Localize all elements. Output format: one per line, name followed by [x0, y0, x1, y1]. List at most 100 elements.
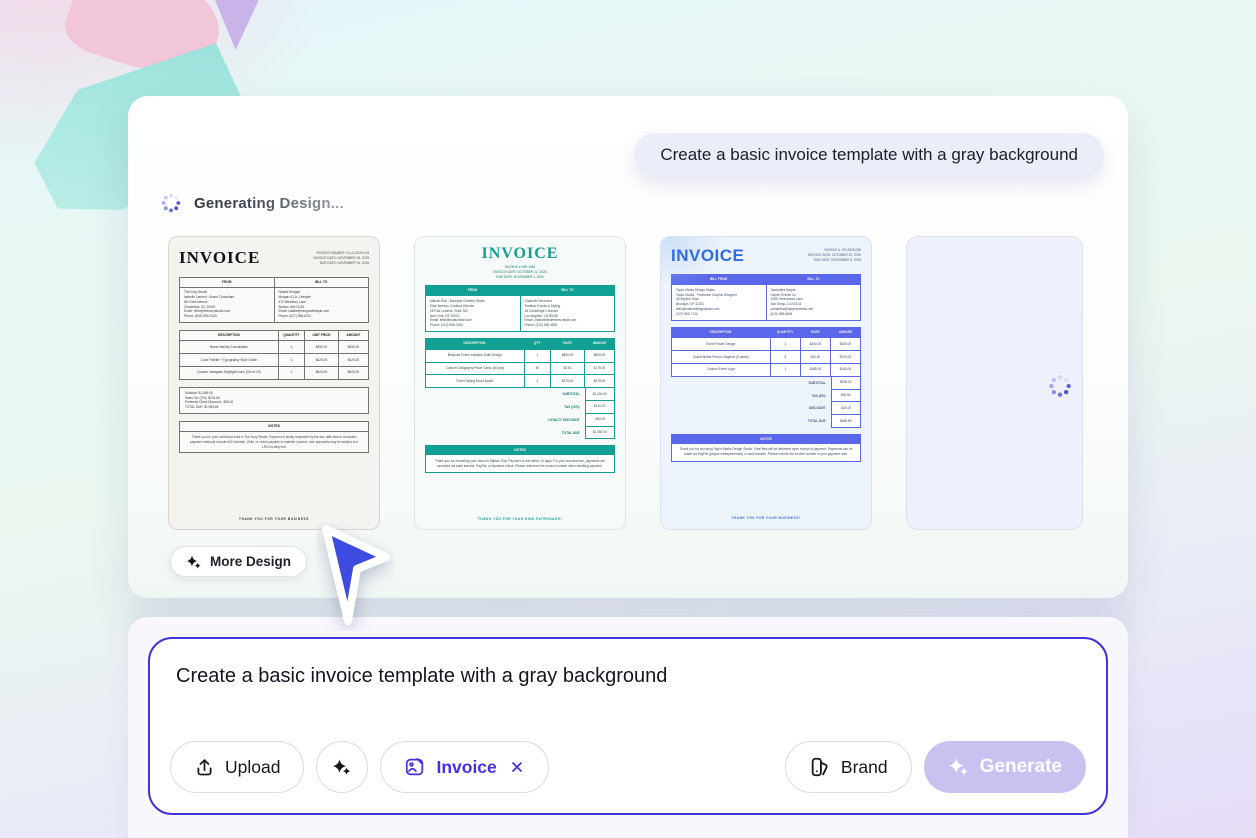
invoice3-item-row: Custom Event Logo 1 $185.00 $185.00 [671, 364, 861, 377]
upload-button[interactable]: Upload [170, 741, 304, 793]
upload-icon [194, 757, 215, 778]
invoice1-col-amount: AMOUNT [338, 331, 368, 341]
invoice3-from-label: BILL FROM [671, 274, 766, 285]
invoice2-col-rate: RATE [550, 338, 584, 350]
invoice1-title: INVOICE [179, 248, 260, 268]
invoice3-notes-text: Thank you for choosing Taylor Marks Desi… [671, 444, 861, 462]
invoice3-billto-address: Samantha Harper Harper Events Co. 2285 G… [766, 285, 861, 320]
generate-button[interactable]: Generate [924, 741, 1086, 793]
invoice3-billto-label: BILL TO [766, 274, 861, 285]
invoice2-col-description: DESCRIPTION [425, 338, 524, 350]
ai-sparkle-button[interactable] [316, 741, 368, 793]
invoice3-total-row: SUBTOTAL $635.00 [671, 377, 861, 390]
invoice2-items-header: DESCRIPTION QTY RATE AMOUNT [425, 338, 615, 350]
user-prompt-bubble: Create a basic invoice template with a g… [634, 133, 1104, 177]
sparkles-icon [948, 756, 970, 778]
invoice1-notes-text: Thank you for your continued trust in Th… [180, 432, 368, 452]
brand-button[interactable]: Brand [785, 741, 912, 793]
invoice3-parties: Taylor Marks Design Studio Taylor Marks … [671, 285, 861, 321]
invoice1-billto-label: BILL TO [274, 278, 369, 287]
invoice3-col-description: DESCRIPTION [671, 327, 770, 339]
invoice2-parties: Maison Elar - Boutique Creative Studio E… [425, 296, 615, 332]
invoice2-billto-address: Charlotte Devereux Swallow Events & Styl… [520, 296, 615, 331]
invoice3-col-rate: RATE [800, 327, 830, 339]
generation-results-panel: Create a basic invoice template with a g… [128, 96, 1128, 598]
invoice3-item-row: Event Poster Design 1 $250.00 $250.00 [671, 338, 861, 351]
brand-kit-icon [809, 756, 831, 778]
invoice-template-icon [404, 756, 426, 778]
invoice2-item-row: Event Styling Mood Board 1 $375.00 $375.… [425, 375, 615, 388]
invoice1-header: INVOICE INVOICE NUMBER: CLLO-2025-104 IN… [179, 248, 369, 268]
invoice1-items-table: DESCRIPTION QUANTITY UNIT PRICE AMOUNT B… [179, 330, 369, 380]
invoice2-total-row: SUBTOTAL $1,400.00 [425, 388, 615, 401]
invoice3-item-row: Social Media Promo Graphics (5 cards) 5 … [671, 351, 861, 364]
invoice1-item-row: Color Palette + Typography Style Guide 1… [180, 353, 368, 366]
invoice2-from-label: FROM [425, 285, 520, 296]
prompt-input-box[interactable]: Create a basic invoice template with a g… [148, 637, 1108, 815]
invoice2-footer: THANK YOU FOR YOUR KIND PATRONAGE! [425, 517, 615, 521]
invoice1-col-quantity: QUANTITY [278, 331, 304, 341]
invoice1-item-row: Custom Instagram Highlight Icons (Set of… [180, 366, 368, 379]
invoice2-item-row: Custom Calligraphy Place Cards (50 pcs) … [425, 363, 615, 376]
invoice2-col-qty: QTY [524, 338, 551, 350]
prompt-input-value[interactable]: Create a basic invoice template with a g… [150, 639, 1106, 741]
invoice1-from-label: FROM [180, 278, 274, 287]
invoice3-total-row: DISCOUNT -$20.00 [671, 402, 861, 415]
invoice3-total-row: TAX (8%) $50.80 [671, 390, 861, 403]
composer-toolbar: Upload Invoice [150, 741, 1106, 813]
composer-left-group: Upload Invoice [170, 741, 549, 793]
loading-spinner-icon [1047, 373, 1073, 399]
invoice1-billto-address: Natalie Morgan Morgan & Co. Lifestyle 47… [274, 288, 369, 322]
invoice3-footer: THANK YOU FOR YOUR BUSINESS! [671, 516, 861, 520]
composer-panel: Create a basic invoice template with a g… [128, 617, 1128, 838]
invoice3-meta: INVOICE #: SO-2025-058 INVOICE DATE: OCT… [808, 246, 861, 266]
invoice1-meta: INVOICE NUMBER: CLLO-2025-104 INVOICE DA… [313, 248, 369, 265]
invoice3-from-address: Taylor Marks Design Studio Taylor Marks … [672, 285, 766, 320]
loading-spinner-icon [160, 192, 182, 214]
invoice2-notes-label: NOTES [425, 445, 615, 455]
invoice2-notes-text: Thank you for entrusting your vision to … [425, 455, 615, 473]
invoice1-item-row: Brand Identity Consultation 1 $450.00 $4… [180, 340, 368, 353]
invoice2-col-amount: AMOUNT [585, 338, 615, 350]
invoice-preview-3[interactable]: INVOICE INVOICE #: SO-2025-058 INVOICE D… [660, 236, 872, 530]
generate-label: Generate [980, 756, 1062, 778]
remove-chip-icon[interactable] [509, 759, 525, 775]
more-design-label: More Design [210, 554, 291, 569]
invoice2-from-address: Maison Elar - Boutique Creative Studio E… [426, 296, 520, 331]
invoice3-notes-label: NOTES [671, 434, 861, 444]
sparkles-icon [332, 757, 352, 777]
invoice3-col-amount: AMOUNT [831, 327, 861, 339]
invoice2-total-row: TOTAL DUE $1,490.00 [425, 427, 615, 440]
invoice3-header: INVOICE INVOICE #: SO-2025-058 INVOICE D… [671, 246, 861, 266]
invoice1-summary: Subtotal: $1,495.00 Sales Tax (7%): $104… [179, 387, 369, 414]
invoice1-from-address: The Ivory Studio Isabelle Laurent - Bran… [180, 288, 274, 322]
invoice1-notes-label: NOTES [180, 422, 368, 432]
invoice2-item-row: Bespoke Event Invitation Suite Design 1 … [425, 350, 615, 363]
invoice2-total-row: TAX (10%) $140.00 [425, 401, 615, 414]
invoice1-col-description: DESCRIPTION [180, 331, 278, 341]
invoice-previews-row: INVOICE INVOICE NUMBER: CLLO-2025-104 IN… [168, 236, 1083, 530]
invoice-preview-2[interactable]: INVOICE INVOICE #: ME-1084 INVOICE DATE:… [414, 236, 626, 530]
invoice2-meta: INVOICE #: ME-1084 INVOICE DATE: OCTOBER… [425, 265, 615, 279]
invoice2-total-row: LOYALTY DISCOUNT -$50.00 [425, 414, 615, 427]
invoice3-title: INVOICE [671, 246, 744, 266]
upload-label: Upload [225, 757, 280, 778]
invoice2-title: INVOICE [425, 245, 615, 263]
sparkles-icon [186, 554, 202, 570]
invoice-preview-1[interactable]: INVOICE INVOICE NUMBER: CLLO-2025-104 IN… [168, 236, 380, 530]
invoice1-parties: FROM BILL TO The Ivory Studio Isabelle L… [179, 277, 369, 323]
app-canvas: { "chat": { "user_prompt": "Create a bas… [0, 0, 1256, 838]
invoice-chip[interactable]: Invoice [380, 741, 548, 793]
generating-status: Generating Design... [160, 192, 344, 214]
invoice3-col-quantity: QUANTITY [770, 327, 800, 339]
brand-label: Brand [841, 757, 888, 778]
user-prompt-text: Create a basic invoice template with a g… [660, 145, 1078, 165]
invoice3-parties-header: BILL FROM BILL TO [671, 274, 861, 285]
invoice1-col-unitprice: UNIT PRICE [304, 331, 338, 341]
invoice1-notes: NOTES Thank you for your continued trust… [179, 421, 369, 453]
more-design-button[interactable]: More Design [170, 546, 307, 577]
invoice1-footer: THANK YOU FOR YOUR BUSINESS [179, 517, 369, 521]
invoice-chip-label: Invoice [436, 757, 496, 778]
invoice-preview-loading [906, 236, 1083, 530]
invoice2-billto-label: BILL TO [520, 285, 615, 296]
